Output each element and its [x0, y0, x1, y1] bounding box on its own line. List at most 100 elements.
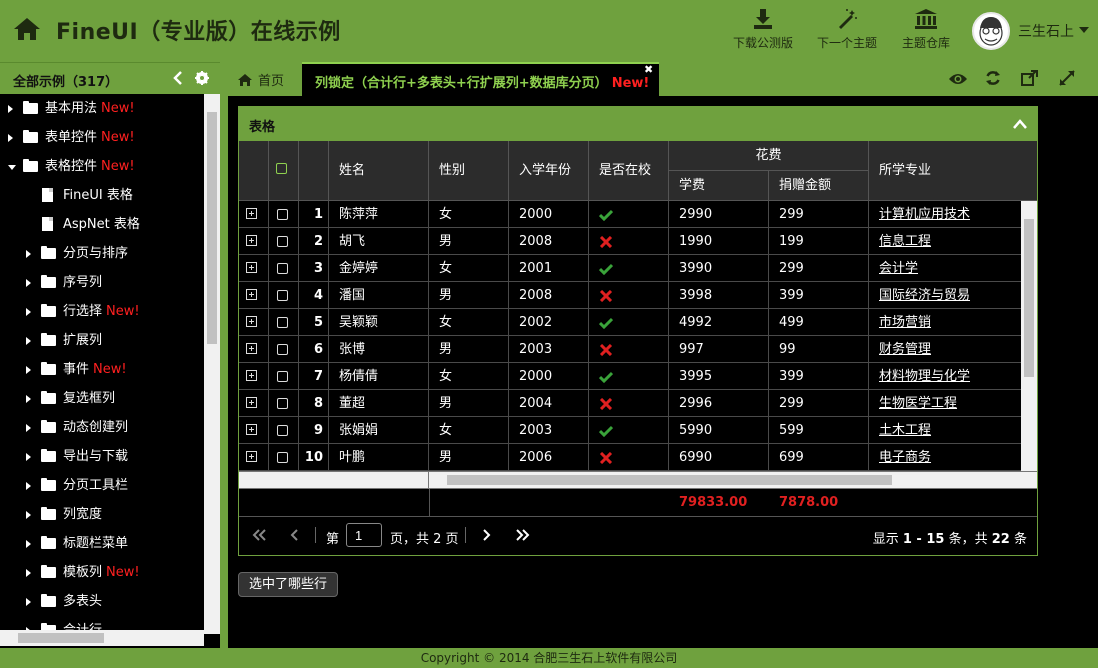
cell-major[interactable]: 信息工程 — [869, 228, 1021, 255]
sidebar-item[interactable]: 扩展列 — [0, 326, 204, 355]
cell-major[interactable]: 生物医学工程 — [869, 390, 1021, 417]
caret-right-icon[interactable] — [26, 569, 31, 577]
row-checkbox[interactable] — [277, 371, 288, 382]
row-checkbox[interactable] — [277, 425, 288, 436]
tab-home[interactable]: 首页 — [228, 62, 300, 96]
expand-plus-icon[interactable] — [246, 262, 257, 273]
row-checkbox[interactable] — [277, 317, 288, 328]
expand-plus-icon[interactable] — [246, 451, 257, 462]
grid-horizontal-scrollbar[interactable] — [239, 471, 1037, 488]
collapse-left-icon[interactable] — [172, 70, 184, 86]
sidebar-item[interactable]: AspNet 表格 — [0, 210, 204, 239]
expand-plus-icon[interactable] — [246, 370, 257, 381]
header-donate[interactable]: 捐赠金额 — [769, 171, 869, 201]
caret-right-icon[interactable] — [8, 134, 13, 142]
row-checkbox[interactable] — [277, 263, 288, 274]
table-row[interactable]: 9 张娟娟女 2003 5990 599 土木工程 — [239, 417, 1021, 444]
sidebar-item[interactable]: 行选择 New! — [0, 297, 204, 326]
caret-right-icon[interactable] — [26, 540, 31, 548]
cell-major[interactable]: 市场营销 — [869, 309, 1021, 336]
select-all-checkbox[interactable] — [276, 163, 287, 174]
caret-right-icon[interactable] — [26, 511, 31, 519]
expand-plus-icon[interactable] — [246, 397, 257, 408]
prev-page-icon[interactable] — [290, 529, 298, 541]
table-row[interactable]: 1 陈萍萍女 2000 2990 299 计算机应用技术 — [239, 201, 1021, 228]
cell-major[interactable]: 电子商务 — [869, 444, 1021, 471]
header-gender[interactable]: 性别 — [429, 141, 509, 201]
expand-plus-icon[interactable] — [246, 343, 257, 354]
theme-store-button[interactable]: 主题仓库 — [891, 8, 961, 51]
user-menu-caret-icon[interactable] — [1079, 27, 1089, 33]
user-name[interactable]: 三生石上 — [1018, 21, 1074, 41]
caret-right-icon[interactable] — [26, 366, 31, 374]
header-atschool[interactable]: 是否在校 — [589, 141, 669, 201]
caret-down-icon[interactable] — [8, 165, 16, 170]
row-checkbox[interactable] — [277, 344, 288, 355]
next-theme-button[interactable]: 下一个主题 — [812, 8, 882, 51]
sidebar-item[interactable]: 表单控件 New! — [0, 123, 204, 152]
sidebar-item[interactable]: 分页工具栏 — [0, 471, 204, 500]
sidebar-vertical-scrollbar[interactable] — [204, 94, 220, 634]
sidebar-horizontal-scrollbar[interactable] — [0, 630, 204, 646]
caret-right-icon[interactable] — [26, 424, 31, 432]
sidebar-item[interactable]: 标题栏菜单 — [0, 529, 204, 558]
header-year[interactable]: 入学年份 — [509, 141, 589, 201]
sidebar-item[interactable]: 分页与排序 — [0, 239, 204, 268]
last-page-icon[interactable] — [516, 529, 530, 541]
caret-right-icon[interactable] — [26, 308, 31, 316]
cell-major[interactable]: 土木工程 — [869, 417, 1021, 444]
caret-right-icon[interactable] — [26, 453, 31, 461]
sidebar-splitter[interactable] — [220, 62, 228, 648]
caret-right-icon[interactable] — [26, 337, 31, 345]
sidebar-item[interactable]: 复选框列 — [0, 384, 204, 413]
tab-close-icon[interactable]: ✖ — [644, 63, 653, 76]
sidebar-scroll-thumb[interactable] — [207, 112, 217, 344]
home-icon[interactable] — [13, 17, 41, 41]
tab-active[interactable]: 列锁定（合计行+多表头+行扩展列+数据库分页） New! — [302, 62, 659, 96]
caret-right-icon[interactable] — [8, 105, 13, 113]
header-major[interactable]: 所学专业 — [869, 141, 1037, 201]
eye-icon[interactable] — [948, 72, 968, 86]
table-row[interactable]: 5 吴颖颖女 2002 4992 499 市场营销 — [239, 309, 1021, 336]
row-checkbox[interactable] — [277, 236, 288, 247]
sidebar-item[interactable]: 基本用法 New! — [0, 94, 204, 123]
sidebar-item[interactable]: 序号列 — [0, 268, 204, 297]
grid-vertical-scrollbar[interactable] — [1021, 201, 1037, 471]
row-checkbox[interactable] — [277, 398, 288, 409]
table-row[interactable]: 10 叶鹏男 2006 6990 699 电子商务 — [239, 444, 1021, 471]
row-checkbox[interactable] — [277, 290, 288, 301]
sidebar-item[interactable]: FineUI 表格 — [0, 181, 204, 210]
header-fee[interactable]: 学费 — [669, 171, 769, 201]
table-row[interactable]: 8 董超男 2004 2996 299 生物医学工程 — [239, 390, 1021, 417]
row-checkbox[interactable] — [277, 452, 288, 463]
expand-plus-icon[interactable] — [246, 208, 257, 219]
cell-major[interactable]: 会计学 — [869, 255, 1021, 282]
selected-rows-button[interactable]: 选中了哪些行 — [238, 572, 338, 597]
avatar[interactable] — [972, 12, 1010, 50]
expand-plus-icon[interactable] — [246, 316, 257, 327]
gear-icon[interactable] — [195, 71, 209, 85]
sidebar-item[interactable]: 表格控件 New! — [0, 152, 204, 181]
next-page-icon[interactable] — [483, 529, 491, 541]
caret-right-icon[interactable] — [26, 482, 31, 490]
header-name[interactable]: 姓名 — [329, 141, 429, 201]
refresh-icon[interactable] — [985, 70, 1001, 86]
caret-right-icon[interactable] — [26, 250, 31, 258]
table-row[interactable]: 4 潘国男 2008 3998 399 国际经济与贸易 — [239, 282, 1021, 309]
sidebar-item[interactable]: 模板列 New! — [0, 558, 204, 587]
row-checkbox[interactable] — [277, 209, 288, 220]
page-number-input[interactable] — [346, 523, 382, 547]
sidebar-item[interactable]: 导出与下载 — [0, 442, 204, 471]
expand-plus-icon[interactable] — [246, 289, 257, 300]
external-link-icon[interactable] — [1021, 70, 1038, 86]
table-row[interactable]: 7 杨倩倩女 2000 3995 399 材料物理与化学 — [239, 363, 1021, 390]
expand-icon[interactable] — [1059, 70, 1075, 86]
first-page-icon[interactable] — [252, 529, 266, 541]
grid-hscroll-thumb[interactable] — [447, 475, 892, 485]
sidebar-item[interactable]: 事件 New! — [0, 355, 204, 384]
caret-right-icon[interactable] — [26, 598, 31, 606]
expand-plus-icon[interactable] — [246, 424, 257, 435]
sidebar-hscroll-thumb[interactable] — [18, 633, 104, 643]
table-row[interactable]: 6 张博男 2003 997 99 财务管理 — [239, 336, 1021, 363]
caret-right-icon[interactable] — [26, 279, 31, 287]
